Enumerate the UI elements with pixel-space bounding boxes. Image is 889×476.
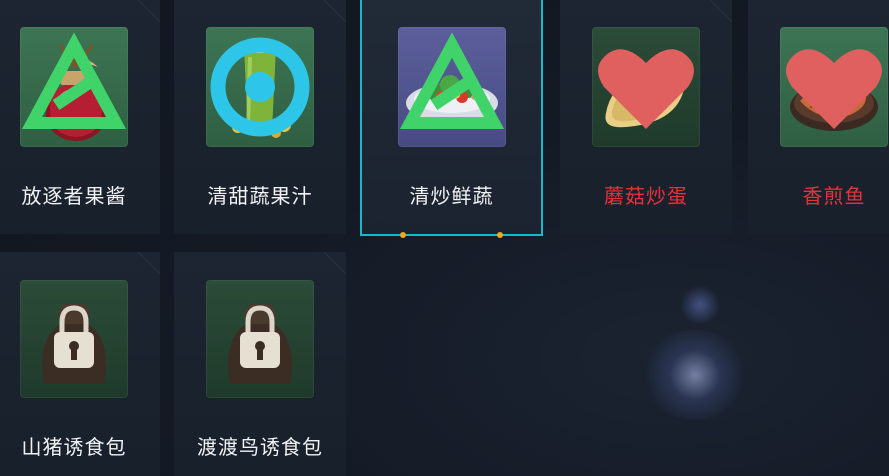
item-name: 放逐者果酱 — [21, 184, 127, 208]
background-glow — [640, 330, 750, 420]
item-card-jam[interactable]: 放逐者果酱 — [0, 0, 160, 234]
selection-marker — [400, 232, 406, 238]
item-name: 蘑菇炒蛋 — [604, 184, 688, 208]
card-corner — [710, 0, 732, 22]
card-corner — [324, 252, 346, 274]
item-tile — [206, 280, 314, 398]
locked-sack-icon — [42, 304, 106, 384]
item-name: 渡渡鸟诱食包 — [197, 435, 323, 459]
item-tile — [592, 27, 700, 147]
item-name: 清甜蔬果汁 — [207, 184, 313, 208]
item-card-stirfry-selected[interactable]: 清炒鲜蔬 — [360, 0, 543, 238]
item-card-juice[interactable]: 清甜蔬果汁 — [174, 0, 346, 234]
card-corner — [324, 0, 346, 22]
item-card-omelet[interactable]: 蘑菇炒蛋 — [560, 0, 732, 234]
item-card-boar-bait[interactable]: 山猪诱食包 — [0, 252, 160, 476]
triangle-icon — [21, 32, 127, 129]
item-name: 香煎鱼 — [802, 184, 866, 208]
item-tile — [20, 27, 128, 147]
item-name: 山猪诱食包 — [21, 435, 127, 459]
locked-sack-icon — [228, 304, 292, 384]
item-tile — [206, 27, 314, 147]
heart-icon — [598, 49, 694, 129]
item-card-dodo-bait[interactable]: 渡渡鸟诱食包 — [174, 252, 346, 476]
item-tile — [20, 280, 128, 398]
selection-marker — [497, 232, 503, 238]
heart-icon — [786, 49, 882, 129]
background-glow-small — [680, 285, 720, 325]
card-corner — [138, 0, 160, 22]
item-card-fish[interactable]: 香煎鱼 — [748, 0, 889, 234]
item-name: 清炒鲜蔬 — [409, 184, 494, 208]
triangle-icon — [399, 32, 504, 129]
item-tile — [780, 27, 888, 147]
ring-icon — [210, 37, 310, 137]
card-corner — [138, 252, 160, 274]
item-tile — [397, 27, 506, 147]
